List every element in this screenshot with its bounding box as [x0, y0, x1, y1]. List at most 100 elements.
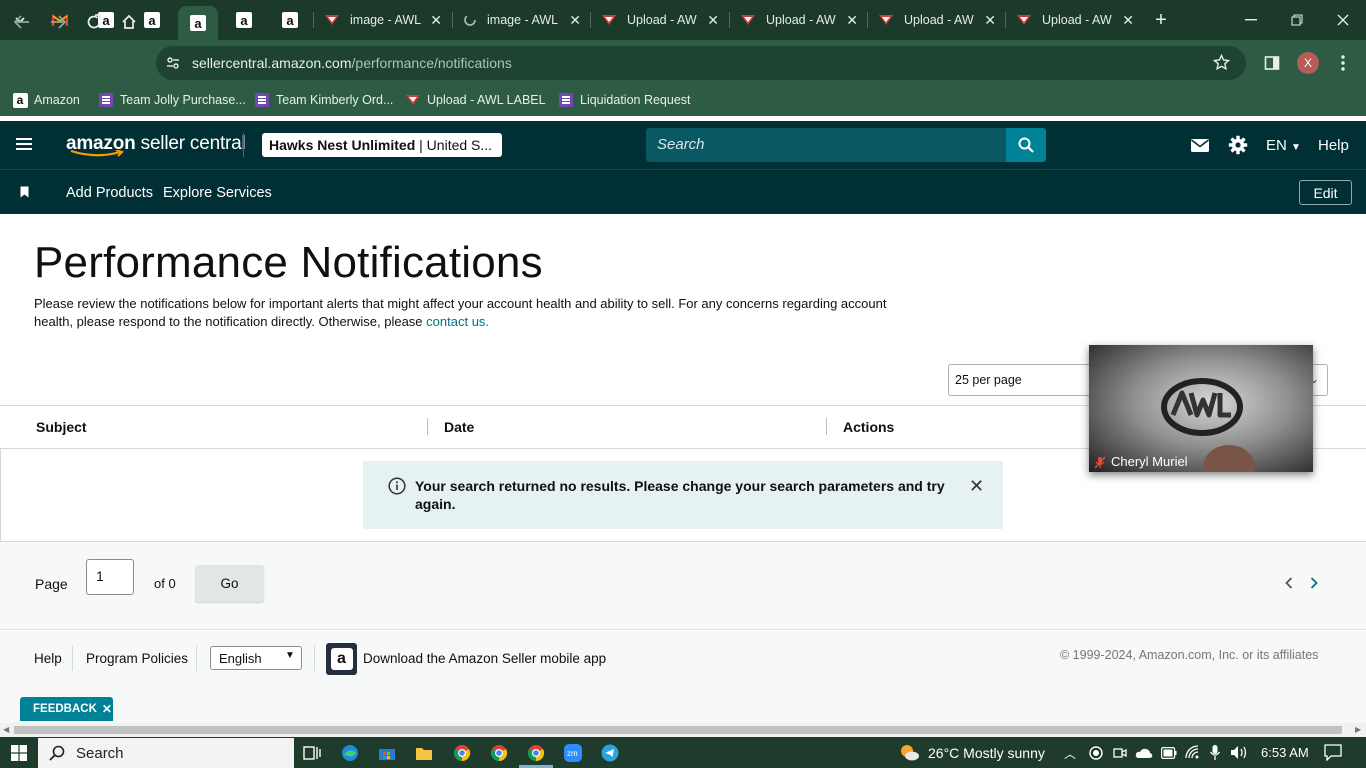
awl-logo-icon	[602, 15, 616, 25]
hamburger-menu-icon[interactable]	[16, 138, 32, 140]
windows-start-icon[interactable]	[9, 743, 29, 763]
battery-icon[interactable]	[1161, 747, 1177, 759]
reload-icon[interactable]	[80, 8, 108, 36]
download-app-link[interactable]: Download the Amazon Seller mobile app	[363, 651, 606, 666]
meet-now-icon[interactable]	[1113, 746, 1127, 760]
footer-help-link[interactable]: Help	[34, 651, 62, 666]
edge-browser-icon[interactable]	[340, 743, 360, 763]
search-button[interactable]	[1006, 128, 1046, 162]
tab-upload-awl-2[interactable]: Upload - AW ✕	[730, 6, 868, 34]
video-call-overlay[interactable]	[1089, 345, 1313, 472]
close-icon[interactable]: ✕	[569, 12, 581, 29]
weather-text[interactable]: 26°C Mostly sunny	[928, 745, 1045, 761]
volume-icon[interactable]	[1230, 745, 1248, 760]
bookmark-star-icon[interactable]	[1212, 53, 1231, 76]
tab-image-awl-1[interactable]: image - AWL ✕	[314, 6, 452, 34]
muted-microphone-icon	[1094, 456, 1106, 469]
go-button[interactable]: Go	[195, 565, 264, 602]
tab-upload-awl-3[interactable]: Upload - AW ✕	[868, 6, 1006, 34]
microphone-icon[interactable]	[1209, 744, 1221, 761]
close-icon[interactable]: ✕	[984, 12, 996, 29]
next-page-chevron-icon[interactable]	[1310, 576, 1318, 594]
bookmark-team-kimberly[interactable]: Team Kimberly Ord...	[254, 92, 393, 108]
window-close-icon[interactable]	[1320, 0, 1366, 40]
pinned-tab-amazon-3[interactable]: a	[224, 6, 264, 34]
site-info-icon[interactable]	[165, 55, 181, 76]
chrome-active-icon[interactable]	[526, 743, 546, 763]
settings-gear-icon[interactable]	[1226, 134, 1250, 156]
footer-program-policies-link[interactable]: Program Policies	[86, 651, 188, 666]
feedback-label: FEEDBACK	[33, 703, 97, 715]
amazon-seller-app-icon[interactable]: a	[326, 643, 357, 675]
subnav-add-products[interactable]: Add Products	[66, 185, 153, 201]
search-icon	[49, 745, 65, 761]
pinned-tab-amazon-4[interactable]: a	[270, 6, 310, 34]
forms-icon	[254, 92, 270, 108]
pinned-tab-amazon-active[interactable]: a	[178, 6, 218, 40]
url-host: sellercentral.amazon.com	[192, 55, 352, 71]
messages-mail-icon[interactable]	[1188, 134, 1212, 156]
close-icon[interactable]: ✕	[430, 12, 442, 29]
edit-button[interactable]: Edit	[1299, 180, 1352, 205]
bookmark-team-jolly[interactable]: Team Jolly Purchase...	[98, 92, 246, 108]
feedback-button[interactable]: FEEDBACK ✕	[20, 697, 113, 721]
taskbar-search-input[interactable]: Search	[38, 738, 294, 768]
side-panel-icon[interactable]	[1264, 55, 1280, 76]
intro-text: Please review the notifications below fo…	[34, 295, 914, 331]
profile-initial: X	[1303, 56, 1312, 70]
svg-text:zm: zm	[567, 749, 578, 758]
close-icon[interactable]: ✕	[1122, 12, 1134, 29]
bookmark-liquidation-request[interactable]: Liquidation Request	[558, 92, 691, 108]
amazon-icon: a	[12, 92, 28, 108]
record-icon[interactable]	[1089, 746, 1103, 760]
account-region: | United S...	[419, 137, 493, 153]
chrome-profile-icon[interactable]	[489, 743, 509, 763]
wifi-icon[interactable]	[1185, 745, 1201, 759]
account-switcher[interactable]: Hawks Nest Unlimited | United S...	[262, 133, 502, 157]
onedrive-cloud-icon[interactable]	[1135, 747, 1153, 759]
tab-upload-awl-4[interactable]: Upload - AW ✕	[1006, 6, 1144, 34]
scroll-right-arrow-icon[interactable]: ▶	[1355, 725, 1361, 734]
zoom-app-icon[interactable]: zm	[563, 743, 583, 763]
browser-menu-icon[interactable]	[1340, 54, 1346, 77]
close-icon[interactable]: ✕	[707, 12, 719, 29]
forms-icon	[558, 92, 574, 108]
close-icon[interactable]: ✕	[846, 12, 858, 29]
file-explorer-icon[interactable]	[414, 743, 434, 763]
page-number-input[interactable]: 1	[86, 559, 134, 595]
minimize-icon[interactable]	[1228, 0, 1274, 40]
scrollbar-thumb[interactable]	[14, 726, 1342, 734]
bookmark-amazon[interactable]: a Amazon	[12, 92, 80, 108]
new-tab-plus-icon[interactable]: +	[1148, 7, 1174, 33]
info-icon	[388, 477, 406, 495]
telegram-icon[interactable]	[600, 743, 620, 763]
restore-icon[interactable]	[1274, 0, 1320, 40]
contact-us-link[interactable]: contact us.	[426, 314, 489, 329]
task-view-icon[interactable]	[302, 743, 322, 763]
tab-upload-awl-1[interactable]: Upload - AW ✕	[591, 6, 729, 34]
notification-center-icon[interactable]	[1324, 744, 1342, 761]
profile-avatar[interactable]: X	[1297, 52, 1319, 74]
clock-time[interactable]: 6:53 AM	[1261, 745, 1309, 760]
chrome-icon[interactable]	[452, 743, 472, 763]
tray-overflow-chevron-icon[interactable]: ︿	[1064, 745, 1076, 762]
search-input[interactable]: Search	[646, 128, 1006, 162]
help-link[interactable]: Help	[1318, 137, 1349, 154]
bookmark-upload-awl-label[interactable]: Upload - AWL LABEL	[405, 92, 546, 108]
weather-sunny-icon[interactable]	[898, 742, 920, 762]
language-selector[interactable]: EN ▼	[1266, 137, 1301, 154]
previous-page-chevron-icon[interactable]	[1285, 576, 1293, 594]
url-path: /performance/notifications	[351, 55, 512, 71]
subnav-explore-services[interactable]: Explore Services	[163, 185, 272, 201]
taskbar-search-placeholder: Search	[76, 744, 124, 762]
tab-image-awl-2[interactable]: image - AWL ✕	[453, 6, 591, 34]
forward-arrow-icon[interactable]	[44, 8, 72, 36]
bookmark-icon[interactable]	[20, 186, 29, 198]
microsoft-store-icon[interactable]	[377, 743, 397, 763]
close-icon[interactable]: ✕	[969, 476, 984, 497]
awl-logo-icon	[1017, 15, 1031, 25]
close-icon[interactable]: ✕	[102, 702, 112, 716]
back-arrow-icon[interactable]	[8, 8, 36, 36]
scroll-left-arrow-icon[interactable]: ◀	[3, 725, 9, 734]
home-icon[interactable]	[115, 8, 143, 36]
